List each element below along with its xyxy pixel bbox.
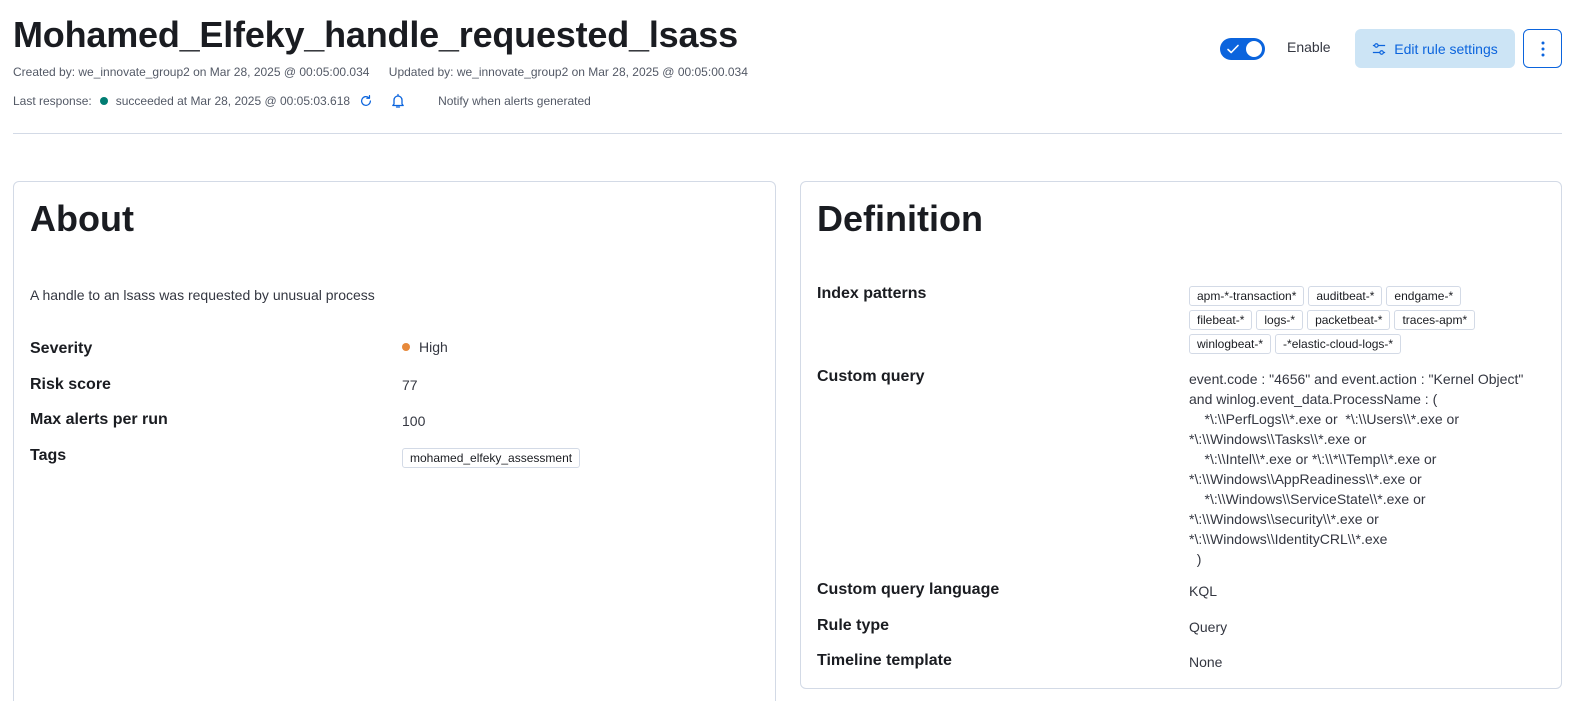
tags-list: mohamed_elfeky_assessment: [402, 448, 581, 468]
dots-vertical-icon: [1541, 41, 1544, 56]
severity-high-dot: [402, 343, 410, 352]
index-pattern-badge[interactable]: apm-*-transaction*: [1189, 286, 1305, 306]
success-status-dot: [99, 97, 108, 105]
tags-label: Tags: [30, 447, 67, 464]
about-title: About: [30, 198, 134, 239]
severity-text: High: [419, 339, 448, 355]
index-pattern-badge[interactable]: -*elastic-cloud-logs-*: [1275, 334, 1402, 354]
index-pattern-badge[interactable]: auditbeat-*: [1308, 286, 1383, 306]
controls-icon: [1373, 42, 1386, 55]
tag-badge[interactable]: mohamed_elfeky_assessment: [402, 448, 581, 468]
max-alerts-value: 100: [402, 413, 426, 429]
risk-score-value: 77: [402, 377, 418, 393]
more-actions-button[interactable]: [1523, 29, 1562, 68]
index-patterns-row-3: winlogbeat-* -*elastic-cloud-logs-*: [1189, 334, 1402, 354]
index-pattern-badge[interactable]: traces-apm*: [1394, 310, 1476, 330]
last-response-label: Last response:: [13, 94, 92, 108]
max-alerts-label: Max alerts per run: [30, 411, 168, 428]
timeline-template-label: Timeline template: [817, 652, 952, 669]
severity-label: Severity: [30, 340, 93, 357]
index-pattern-badge[interactable]: endgame-*: [1386, 286, 1462, 306]
definition-panel: Definition Index patterns apm-*-transact…: [800, 181, 1562, 689]
updated-by-text: Updated by: we_innovate_group2 on Mar 28…: [388, 65, 748, 79]
rule-meta: Created by: we_innovate_group2 on Mar 28…: [13, 65, 748, 79]
query-language-value: KQL: [1189, 583, 1218, 599]
last-response-value: succeeded at Mar 28, 2025 @ 00:05:03.618: [115, 94, 351, 108]
created-by-text: Created by: we_innovate_group2 on Mar 28…: [13, 65, 370, 79]
edit-rule-settings-label: Edit rule settings: [1394, 40, 1498, 57]
page-title: Mohamed_Elfeky_handle_requested_lsass: [13, 14, 738, 55]
definition-title: Definition: [817, 198, 983, 239]
refresh-icon[interactable]: [358, 93, 374, 109]
check-icon: [1227, 44, 1239, 54]
index-pattern-badge[interactable]: logs-*: [1256, 310, 1304, 330]
header-divider: [13, 133, 1562, 134]
rule-type-value: Query: [1189, 619, 1228, 635]
rule-type-label: Rule type: [817, 617, 890, 634]
index-pattern-badge[interactable]: filebeat-*: [1189, 310, 1253, 330]
query-language-label: Custom query language: [817, 581, 1000, 598]
index-patterns-row-2: filebeat-* logs-* packetbeat-* traces-ap…: [1189, 310, 1476, 330]
index-pattern-badge[interactable]: winlogbeat-*: [1189, 334, 1272, 354]
enable-label: Enable: [1287, 39, 1331, 55]
notify-text: Notify when alerts generated: [438, 94, 591, 108]
bell-icon[interactable]: [390, 93, 406, 109]
index-patterns-label: Index patterns: [817, 285, 927, 302]
enable-toggle[interactable]: [1220, 38, 1265, 60]
about-panel: About A handle to an lsass was requested…: [13, 181, 776, 701]
edit-rule-settings-button[interactable]: Edit rule settings: [1355, 29, 1515, 68]
custom-query-text: event.code : "4656" and event.action : "…: [1189, 371, 1524, 567]
severity-value: High: [402, 339, 448, 355]
index-pattern-badge[interactable]: packetbeat-*: [1307, 310, 1391, 330]
rule-description: A handle to an lsass was requested by un…: [30, 287, 375, 303]
last-response-status: Last response: succeeded at Mar 28, 2025…: [13, 93, 591, 109]
toggle-knob: [1245, 40, 1263, 58]
risk-score-label: Risk score: [30, 376, 111, 393]
index-patterns-row-1: apm-*-transaction* auditbeat-* endgame-*: [1189, 286, 1462, 306]
custom-query-label: Custom query: [817, 368, 925, 385]
timeline-template-value: None: [1189, 654, 1223, 670]
